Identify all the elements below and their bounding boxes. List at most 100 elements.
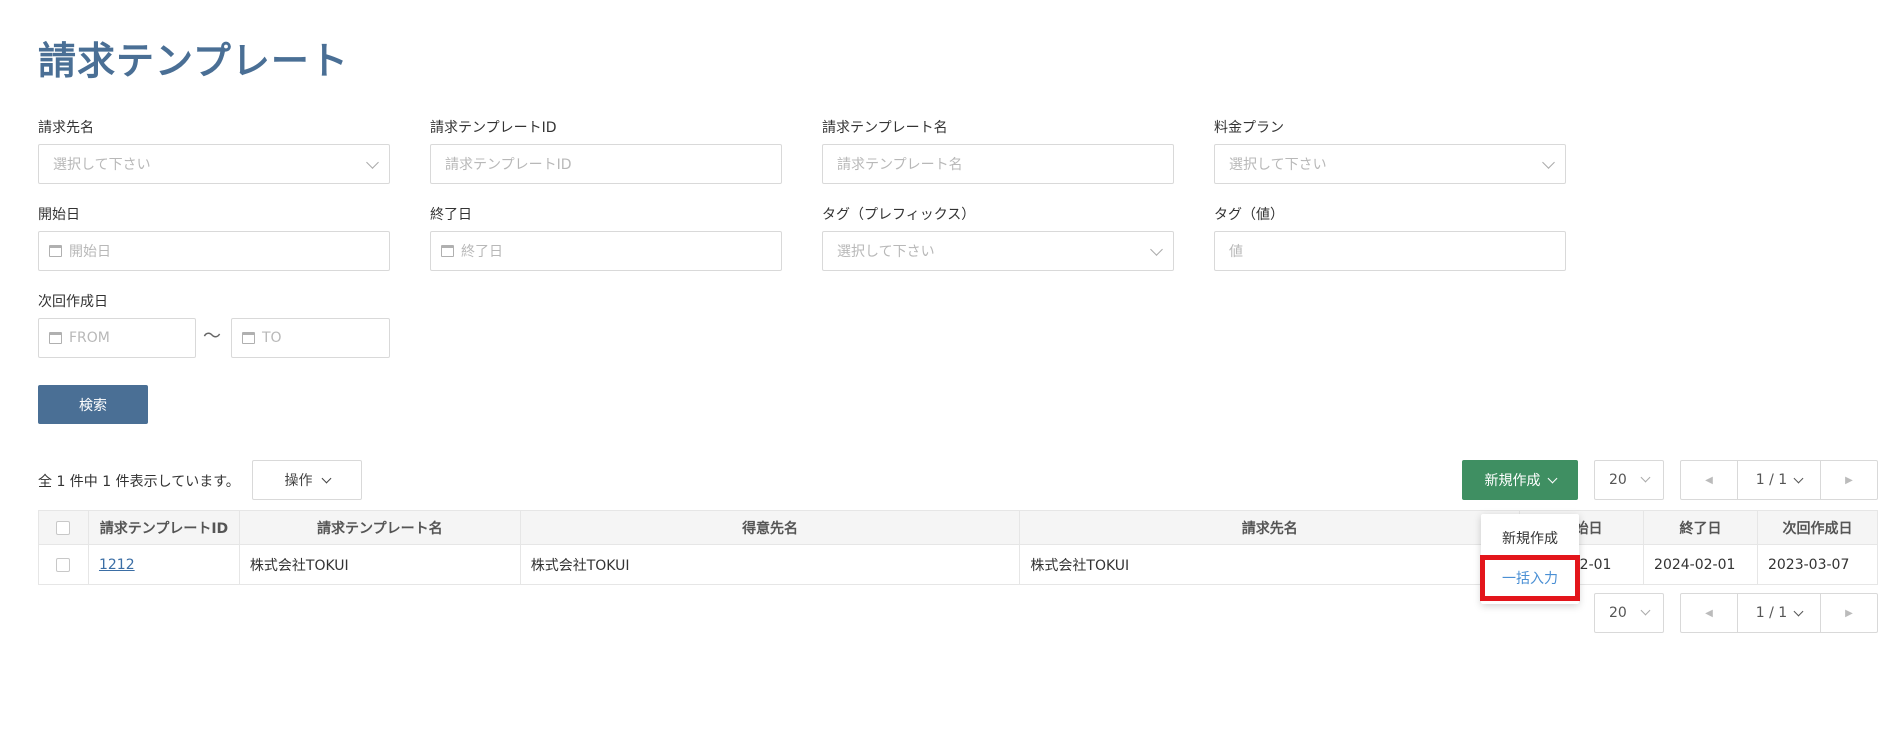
tag-prefix-label: タグ（プレフィックス） bbox=[822, 207, 976, 223]
row-id-cell: 1212 bbox=[87, 544, 240, 585]
page-indicator: 1 / 1 bbox=[1755, 472, 1788, 488]
operations-button[interactable]: 操作 bbox=[252, 460, 362, 500]
search-button[interactable]: 検索 bbox=[38, 385, 148, 424]
next-page-button[interactable]: ▶ bbox=[1821, 461, 1877, 499]
template-id-input[interactable]: 請求テンプレートID bbox=[430, 144, 782, 184]
end-date-picker[interactable]: 終了日 bbox=[430, 231, 782, 271]
price-plan-filter: 料金プラン 選択して下さい bbox=[1214, 118, 1566, 184]
chevron-down-icon bbox=[1640, 605, 1651, 616]
start-date-picker[interactable]: 開始日 bbox=[38, 231, 390, 271]
row-select-cell bbox=[38, 544, 89, 585]
template-id-label: 請求テンプレートID bbox=[430, 120, 557, 136]
calendar-icon bbox=[49, 245, 62, 257]
next-date-from-placeholder: FROM bbox=[69, 330, 110, 346]
end-date-placeholder: 終了日 bbox=[461, 244, 503, 260]
chevron-down-icon bbox=[1640, 472, 1651, 483]
row-next-date: 2023-03-07 bbox=[1756, 544, 1879, 585]
tag-value-label: タグ（値） bbox=[1214, 207, 1284, 223]
dropdown-item-new[interactable]: 新規作成 bbox=[1481, 520, 1579, 556]
end-date-filter: 終了日 終了日 bbox=[430, 205, 782, 271]
next-page-button[interactable]: ▶ bbox=[1821, 594, 1877, 632]
col-end-date[interactable]: 終了日 bbox=[1643, 510, 1758, 545]
template-name-placeholder: 請求テンプレート名 bbox=[837, 157, 963, 173]
page-select[interactable]: 1 / 1 bbox=[1737, 594, 1821, 632]
per-page-value: 20 bbox=[1609, 605, 1627, 621]
range-separator: 〜 bbox=[203, 326, 221, 347]
tag-prefix-placeholder: 選択して下さい bbox=[837, 244, 935, 260]
caret-right-icon: ▶ bbox=[1845, 607, 1853, 619]
calendar-icon bbox=[441, 245, 454, 257]
chevron-down-icon bbox=[1547, 473, 1557, 483]
tag-value-filter: タグ（値） 値 bbox=[1214, 205, 1566, 271]
row-end-date: 2024-02-01 bbox=[1643, 544, 1758, 585]
row-customer: 株式会社TOKUI bbox=[519, 544, 1021, 585]
col-template-id[interactable]: 請求テンプレートID bbox=[87, 510, 240, 545]
next-date-from-picker[interactable]: FROM bbox=[38, 318, 196, 358]
page-title: 請求テンプレート bbox=[38, 39, 349, 83]
price-plan-placeholder: 選択して下さい bbox=[1229, 157, 1327, 173]
per-page-select-bottom[interactable]: 20 bbox=[1594, 593, 1664, 633]
chevron-down-icon bbox=[366, 156, 379, 169]
price-plan-label: 料金プラン bbox=[1214, 120, 1284, 136]
next-date-label: 次回作成日 bbox=[38, 294, 108, 310]
table-header-row: 請求テンプレートID 請求テンプレート名 得意先名 請求先名 開始日 終了日 次… bbox=[38, 510, 1879, 545]
next-date-to-placeholder: TO bbox=[262, 330, 282, 346]
caret-right-icon: ▶ bbox=[1845, 474, 1853, 486]
page-select[interactable]: 1 / 1 bbox=[1737, 461, 1821, 499]
row-template-name: 株式会社TOKUI bbox=[238, 544, 521, 585]
dropdown-item-bulk-input[interactable]: 一括入力 bbox=[1480, 555, 1580, 601]
chevron-down-icon bbox=[321, 473, 331, 483]
select-all-cell bbox=[38, 510, 89, 545]
pagination-bottom: ◀ 1 / 1 ▶ bbox=[1680, 593, 1878, 633]
prev-page-button[interactable]: ◀ bbox=[1681, 461, 1737, 499]
caret-left-icon: ◀ bbox=[1705, 474, 1713, 486]
end-date-label: 終了日 bbox=[430, 207, 472, 223]
row-billing-to: 株式会社TOKUI bbox=[1019, 544, 1521, 585]
operations-label: 操作 bbox=[284, 473, 313, 489]
new-create-button[interactable]: 新規作成 bbox=[1462, 460, 1578, 500]
template-name-filter: 請求テンプレート名 請求テンプレート名 bbox=[822, 118, 1174, 184]
tag-prefix-filter: タグ（プレフィックス） 選択して下さい bbox=[822, 205, 1174, 271]
price-plan-select[interactable]: 選択して下さい bbox=[1214, 144, 1566, 184]
billing-to-select[interactable]: 選択して下さい bbox=[38, 144, 390, 184]
billing-to-filter: 請求先名 選択して下さい bbox=[38, 118, 390, 184]
page-indicator: 1 / 1 bbox=[1755, 605, 1788, 621]
per-page-select-top[interactable]: 20 bbox=[1594, 460, 1664, 500]
pagination-top: ◀ 1 / 1 ▶ bbox=[1680, 460, 1878, 500]
tag-value-input[interactable]: 値 bbox=[1214, 231, 1566, 271]
next-date-to-picker[interactable]: TO bbox=[231, 318, 390, 358]
new-create-dropdown: 新規作成 一括入力 bbox=[1480, 514, 1580, 604]
next-date-filter: 次回作成日 FROM bbox=[38, 292, 196, 358]
col-next-date[interactable]: 次回作成日 bbox=[1756, 510, 1879, 545]
template-id-placeholder: 請求テンプレートID bbox=[445, 157, 572, 173]
new-create-label: 新規作成 bbox=[1484, 473, 1541, 489]
col-customer[interactable]: 得意先名 bbox=[519, 510, 1021, 545]
chevron-down-icon bbox=[1150, 243, 1163, 256]
row-checkbox[interactable] bbox=[56, 557, 71, 572]
template-id-filter: 請求テンプレートID 請求テンプレートID bbox=[430, 118, 782, 184]
start-date-filter: 開始日 開始日 bbox=[38, 205, 390, 271]
result-count: 全 1 件中 1 件表示しています。 bbox=[38, 474, 240, 490]
col-template-name[interactable]: 請求テンプレート名 bbox=[238, 510, 521, 545]
template-id-link[interactable]: 1212 bbox=[99, 557, 135, 573]
templates-table: 請求テンプレートID 請求テンプレート名 得意先名 請求先名 開始日 終了日 次… bbox=[38, 510, 1879, 585]
per-page-value: 20 bbox=[1609, 472, 1627, 488]
calendar-icon bbox=[242, 332, 255, 344]
tag-value-placeholder: 値 bbox=[1229, 244, 1243, 260]
col-billing-to[interactable]: 請求先名 bbox=[1019, 510, 1521, 545]
calendar-icon bbox=[49, 332, 62, 344]
prev-page-button[interactable]: ◀ bbox=[1681, 594, 1737, 632]
template-name-label: 請求テンプレート名 bbox=[822, 120, 948, 136]
start-date-placeholder: 開始日 bbox=[69, 244, 111, 260]
billing-to-placeholder: 選択して下さい bbox=[53, 157, 151, 173]
billing-to-label: 請求先名 bbox=[38, 120, 94, 136]
chevron-down-icon bbox=[1793, 473, 1804, 483]
template-name-input[interactable]: 請求テンプレート名 bbox=[822, 144, 1174, 184]
next-date-to-filter: TO bbox=[231, 292, 390, 358]
chevron-down-icon bbox=[1542, 156, 1555, 169]
start-date-label: 開始日 bbox=[38, 207, 80, 223]
select-all-checkbox[interactable] bbox=[56, 520, 71, 535]
tag-prefix-select[interactable]: 選択して下さい bbox=[822, 231, 1174, 271]
table-row: 1212 株式会社TOKUI 株式会社TOKUI 株式会社TOKUI 2023-… bbox=[38, 544, 1879, 585]
chevron-down-icon bbox=[1793, 606, 1804, 616]
